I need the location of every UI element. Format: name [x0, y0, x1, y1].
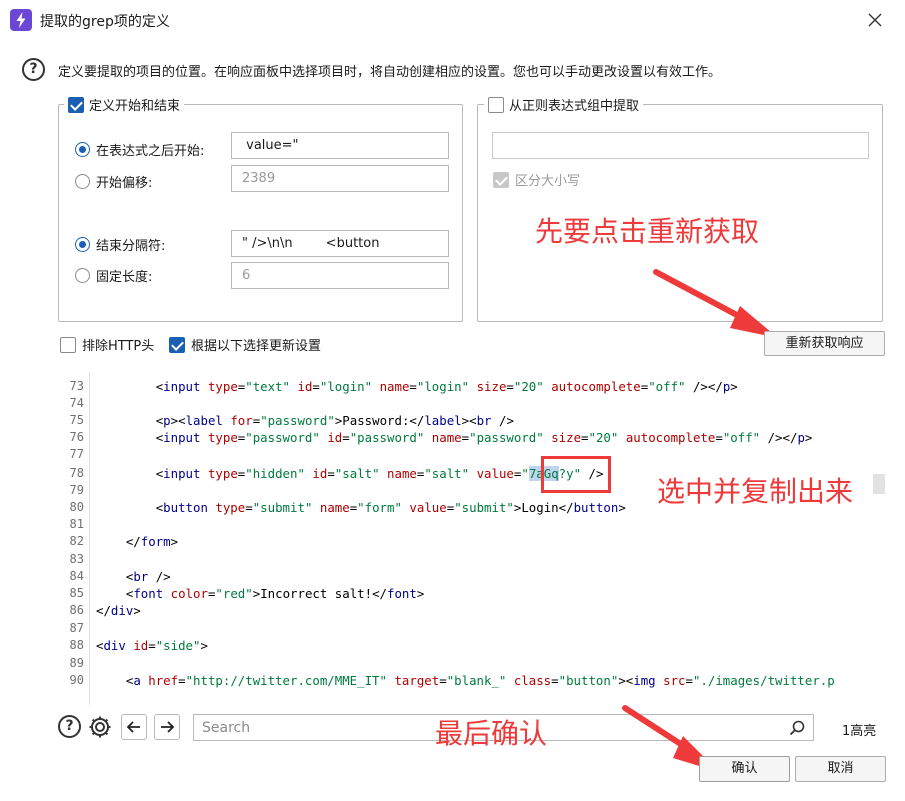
regex-input[interactable] [492, 132, 869, 159]
window-title: 提取的grep项的定义 [40, 14, 170, 30]
define-start-end-toggle[interactable]: 定义开始和结束 [64, 95, 185, 114]
code-line: <br /> [125, 569, 171, 584]
regex-group-label: 从正则表达式组中提取 [509, 99, 640, 114]
start-after-option[interactable]: 在表达式之后开始: [75, 140, 204, 159]
case-sensitive-label: 区分大小写 [515, 174, 581, 189]
start-after-input[interactable]: value=" [231, 132, 449, 159]
dialog-description: 定义要提取的项目的位置。在响应面板中选择项目时，将自动创建相应的设置。您也可以手… [58, 65, 722, 80]
arrow-right-icon [161, 721, 175, 733]
code-line: <input type="password" id="password" nam… [155, 430, 813, 445]
case-sensitive-option[interactable]: 区分大小写 [493, 170, 580, 189]
exclude-http-checkbox[interactable] [60, 336, 76, 353]
end-delimiter-label: 结束分隔符: [96, 239, 166, 254]
next-match-button[interactable] [154, 714, 180, 740]
ok-button[interactable]: 确认 [699, 756, 790, 782]
gear-icon [89, 716, 111, 738]
annotation-copy: 选中并复制出来 [657, 475, 854, 508]
line-number: 87 [69, 621, 84, 635]
start-after-radio[interactable] [75, 142, 90, 157]
exclude-http-label: 排除HTTP头 [82, 339, 155, 354]
response-code-view[interactable]: 73 74 75 76 77 78 79 80 81 82 83 84 85 86 87 88 89 90 <in… [58, 372, 885, 705]
line-number: 79 [69, 483, 84, 497]
search-icon[interactable] [788, 719, 806, 737]
line-number: 76 [69, 430, 84, 444]
settings-button[interactable] [87, 714, 113, 740]
code-line: <p><label for="password">Password:</labe… [155, 413, 514, 428]
line-number: 90 [69, 673, 84, 687]
code-line: </form> [125, 534, 179, 549]
close-icon [868, 13, 882, 27]
code-line: <button type="submit" name="form" value=… [155, 500, 626, 515]
code-line: </div> [96, 603, 141, 618]
end-delimiter-option[interactable]: 结束分隔符: [75, 235, 165, 254]
line-number: 75 [69, 413, 84, 427]
start-offset-radio[interactable] [75, 174, 90, 189]
annotation-confirm: 最后确认 [435, 717, 548, 750]
code-line: <input type="text" id="login" name="logi… [155, 379, 738, 394]
close-button[interactable] [860, 6, 890, 34]
line-number-gutter: 73 74 75 76 77 78 79 80 81 82 83 84 85 86 87 88 89 90 [58, 372, 90, 705]
regex-group-checkbox[interactable] [488, 96, 504, 113]
line-number: 83 [69, 552, 84, 566]
line-number: 74 [69, 396, 84, 410]
define-start-end-checkbox[interactable] [68, 96, 84, 113]
line-number: 77 [69, 447, 84, 461]
end-delimiter-radio[interactable] [75, 237, 90, 252]
code-line: <input type="hidden" id="salt" name="sal… [155, 466, 604, 481]
highlight-box-salt [541, 456, 611, 493]
start-offset-label: 开始偏移: [96, 176, 153, 191]
fixed-length-option[interactable]: 固定长度: [75, 266, 152, 285]
annotation-refetch: 先要点击重新获取 [535, 215, 760, 248]
start-after-label: 在表达式之后开始: [96, 144, 205, 159]
fixed-length-input[interactable]: 6 [231, 262, 449, 289]
search-help-icon[interactable]: ? [58, 715, 81, 738]
case-sensitive-checkbox[interactable] [493, 171, 509, 188]
line-number: 73 [69, 379, 84, 393]
update-config-checkbox[interactable] [169, 336, 185, 353]
help-icon[interactable]: ? [22, 58, 45, 81]
define-start-end-label: 定义开始和结束 [89, 99, 181, 114]
cancel-button[interactable]: 取消 [795, 756, 886, 782]
previous-match-button[interactable] [121, 714, 147, 740]
line-number: 78 [69, 466, 84, 480]
app-lightning-icon [10, 9, 32, 31]
fixed-length-label: 固定长度: [96, 270, 153, 285]
exclude-http-option[interactable]: 排除HTTP头 [60, 335, 154, 354]
line-number: 88 [69, 638, 84, 652]
code-line: <font color="red">Incorrect salt!</font> [125, 586, 425, 601]
match-count: 1高亮 [842, 724, 877, 739]
fixed-length-radio[interactable] [75, 268, 90, 283]
update-config-option[interactable]: 根据以下选择更新设置 [169, 335, 321, 354]
regex-group-toggle[interactable]: 从正则表达式组中提取 [484, 95, 644, 114]
end-delimiter-input[interactable]: " />\n\n <button [231, 230, 449, 257]
start-offset-input[interactable]: 2389 [231, 165, 449, 192]
start-offset-option[interactable]: 开始偏移: [75, 172, 152, 191]
line-number: 82 [69, 534, 84, 548]
line-number: 80 [69, 500, 84, 514]
line-number: 85 [69, 586, 84, 600]
line-number: 86 [69, 603, 84, 617]
code-line: <div id="side"> [96, 638, 208, 653]
line-number: 84 [69, 569, 84, 583]
refetch-response-button[interactable]: 重新获取响应 [764, 331, 885, 356]
update-config-label: 根据以下选择更新设置 [191, 339, 322, 354]
scrollbar-thumb[interactable] [873, 474, 885, 494]
code-line: <a href="http://twitter.com/MME_IT" targ… [125, 673, 835, 688]
line-number: 89 [69, 656, 84, 670]
line-number: 81 [69, 517, 84, 531]
arrow-left-icon [126, 721, 140, 733]
